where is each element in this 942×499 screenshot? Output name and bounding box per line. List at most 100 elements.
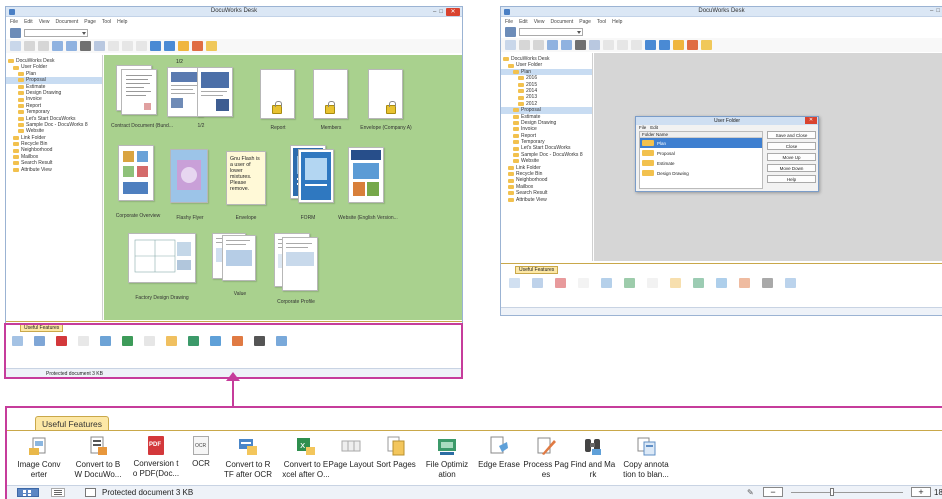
dialog-close-icon[interactable]: ✕	[805, 117, 817, 124]
menu-help[interactable]: Help	[117, 19, 127, 25]
feature-convert-bw[interactable]: Convert to B W DocuWo...	[69, 436, 127, 480]
thumb-envelope[interactable]: Gnu Flash is a user of lower mixtures. P…	[226, 151, 266, 205]
maximize-icon[interactable]: □	[936, 8, 940, 14]
feature-sort-pages[interactable]: Sort Pages	[371, 436, 421, 470]
page-layout-icon[interactable]	[647, 278, 658, 288]
feature-image-converter[interactable]: Image Conv erter	[9, 436, 69, 480]
merge-icon[interactable]	[66, 41, 77, 51]
binoculars-icon[interactable]	[575, 40, 586, 50]
menu-tool[interactable]: Tool	[597, 19, 606, 25]
delete-icon[interactable]	[631, 40, 642, 50]
menu-page[interactable]: Page	[579, 19, 591, 25]
settings-icon[interactable]	[206, 41, 217, 51]
paste-icon[interactable]	[617, 40, 628, 50]
thumb-factory[interactable]	[128, 233, 196, 283]
merge-icon[interactable]	[561, 40, 572, 50]
thumbnail-icon[interactable]	[589, 40, 600, 50]
find-mark-icon[interactable]	[762, 278, 773, 288]
useful-features-tab[interactable]: Useful Features	[35, 416, 109, 430]
zoom-out-button[interactable]: −	[763, 487, 783, 497]
tree-item[interactable]: Attribute View	[6, 167, 102, 173]
dialog-button[interactable]: Move Down	[767, 164, 816, 172]
menu-view[interactable]: View	[534, 19, 545, 25]
feature-ocr[interactable]: OCR OCR	[185, 436, 217, 469]
refresh-icon[interactable]	[687, 40, 698, 50]
thumb-flashy-flyer[interactable]	[170, 149, 208, 203]
dialog-button[interactable]: Move Up	[767, 153, 816, 161]
edge-erase-icon[interactable]	[716, 278, 727, 288]
list-view-icon[interactable]	[51, 488, 65, 497]
dialog-folder-row[interactable]: Estimate	[640, 158, 762, 168]
maximize-icon[interactable]: □	[439, 9, 443, 15]
folder-combo[interactable]	[24, 28, 88, 37]
dialog-folder-row[interactable]: Design Drawing	[640, 168, 762, 178]
copy-annotation-icon[interactable]	[785, 278, 796, 288]
menu-file[interactable]: File	[505, 19, 513, 25]
right-title-bar[interactable]: DocuWorks Desk – □	[501, 7, 942, 17]
up-folder-icon[interactable]	[178, 41, 189, 51]
menu-page[interactable]: Page	[84, 19, 96, 25]
zoom-slider-thumb[interactable]	[830, 488, 834, 496]
close-icon[interactable]: ✕	[446, 8, 460, 16]
thumb-website-eng[interactable]	[348, 147, 384, 203]
desk-icon[interactable]	[10, 27, 21, 38]
thumb-form-b[interactable]	[298, 149, 334, 203]
zoom-slider-track[interactable]	[791, 492, 903, 493]
dialog-button[interactable]: Help	[767, 175, 816, 183]
pdf-icon[interactable]	[555, 278, 566, 288]
desk-icon[interactable]	[505, 27, 516, 37]
menu-view[interactable]: View	[39, 19, 50, 25]
back-icon[interactable]	[645, 40, 656, 50]
dialog-folder-row[interactable]: Proposal	[640, 148, 762, 158]
copy-icon[interactable]	[603, 40, 614, 50]
ocr-icon[interactable]	[578, 278, 589, 288]
file-optimization-icon[interactable]	[693, 278, 704, 288]
paste-icon[interactable]	[122, 41, 133, 51]
forward-icon[interactable]	[164, 41, 175, 51]
image-converter-icon[interactable]	[509, 278, 520, 288]
print-icon[interactable]	[24, 41, 35, 51]
copy-icon[interactable]	[108, 41, 119, 51]
feature-process-pages[interactable]: Process Pag es	[519, 436, 573, 480]
scan-icon[interactable]	[38, 41, 49, 51]
sort-pages-icon[interactable]	[670, 278, 681, 288]
menu-document[interactable]: Document	[550, 19, 573, 25]
dialog-menu-file[interactable]: File	[639, 125, 646, 130]
feature-convert-rtf[interactable]: Convert to R TF after OCR	[219, 436, 277, 480]
thumbnail-view-icon[interactable]	[17, 488, 39, 497]
tree-item[interactable]: Attribute View	[501, 197, 592, 203]
settings-icon[interactable]	[701, 40, 712, 50]
convert-excel-icon[interactable]	[624, 278, 635, 288]
feature-file-optimization[interactable]: File Optimiz ation	[419, 436, 475, 480]
minimize-icon[interactable]: –	[433, 9, 436, 15]
thumb-corporate-profile-b[interactable]	[282, 237, 318, 291]
dialog-title-bar[interactable]: User Folder ✕	[636, 117, 818, 125]
menu-tool[interactable]: Tool	[102, 19, 111, 25]
menu-help[interactable]: Help	[612, 19, 622, 25]
right-useful-features-tab[interactable]: Useful Features	[515, 266, 559, 274]
refresh-icon[interactable]	[192, 41, 203, 51]
split-icon[interactable]	[547, 40, 558, 50]
menu-document[interactable]: Document	[55, 19, 78, 25]
process-pages-icon[interactable]	[739, 278, 750, 288]
binoculars-icon[interactable]	[80, 41, 91, 51]
minimize-icon[interactable]: –	[930, 8, 933, 14]
thumb-page12-b[interactable]	[197, 67, 233, 117]
thumb-value-b[interactable]	[222, 235, 256, 281]
feature-find-mark[interactable]: Find and Ma rk	[567, 436, 619, 480]
dialog-folder-row[interactable]: Plan	[640, 138, 762, 148]
folder-combo[interactable]	[519, 28, 583, 36]
forward-icon[interactable]	[659, 40, 670, 50]
back-icon[interactable]	[150, 41, 161, 51]
dialog-button[interactable]: Close	[767, 142, 816, 150]
convert-rtf-icon[interactable]	[601, 278, 612, 288]
split-icon[interactable]	[52, 41, 63, 51]
convert-bw-icon[interactable]	[532, 278, 543, 288]
thumb-corporate-overview[interactable]	[118, 145, 154, 201]
scan-icon[interactable]	[533, 40, 544, 50]
view-icon[interactable]	[505, 40, 516, 50]
delete-icon[interactable]	[136, 41, 147, 51]
left-title-bar[interactable]: DocuWorks Desk – □ ✕	[6, 7, 462, 17]
feature-copy-annotation[interactable]: Copy annota tion to blan...	[615, 436, 677, 480]
menu-file[interactable]: File	[10, 19, 18, 25]
